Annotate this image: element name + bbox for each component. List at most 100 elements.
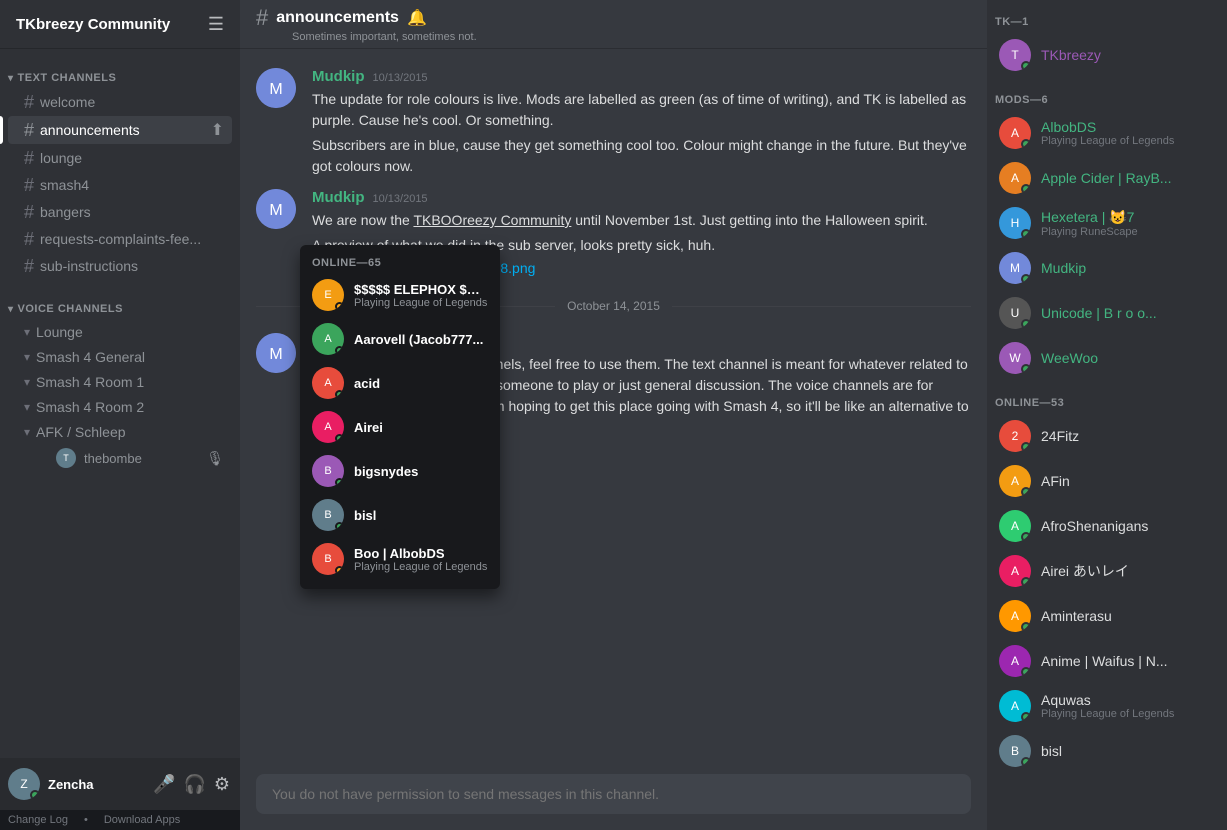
popup-user-aarovell[interactable]: A Aarovell (Jacob777... — [300, 317, 500, 361]
channel-item-welcome[interactable]: # welcome — [8, 89, 232, 115]
voice-channel-lounge[interactable]: ▾ Lounge — [8, 320, 232, 344]
popup-status-boo — [335, 566, 344, 575]
member-name-weewoo: WeeWoo — [1041, 350, 1098, 366]
current-user-avatar: Z — [8, 768, 40, 800]
voice-channel-smash4general[interactable]: ▾ Smash 4 General — [8, 345, 232, 369]
voice-channel-afkschleep[interactable]: ▾ AFK / Schleep — [8, 420, 232, 444]
member-info-24fitz: 24Fitz — [1041, 428, 1079, 444]
member-weewoo[interactable]: W WeeWoo — [991, 336, 1223, 380]
member-section-tk: TK—1 — [987, 0, 1227, 32]
popup-info-elephox: $$$$$ ELEPHOX $$... Playing League of Le… — [354, 282, 488, 309]
channel-item-smash4[interactable]: # smash4 — [8, 172, 232, 198]
channel-item-lounge[interactable]: # lounge — [8, 145, 232, 171]
changelog-link[interactable]: Change Log — [8, 814, 68, 826]
status-afin — [1021, 487, 1031, 497]
channel-bangers-wrapper: # bangers — [0, 199, 240, 225]
voice-channel-smash4room2[interactable]: ▾ Smash 4 Room 2 — [8, 395, 232, 419]
server-header[interactable]: TKbreezy Community ☰ — [0, 0, 240, 48]
avatar-hexetera: H — [999, 207, 1031, 239]
member-mudkip[interactable]: M Mudkip — [991, 246, 1223, 290]
member-hexetera[interactable]: H Hexetera | 😺7 Playing RuneScape — [991, 201, 1223, 245]
status-airei-right — [1021, 577, 1031, 587]
channel-header: # announcements 🔔 Sometimes important, s… — [240, 0, 987, 48]
member-afroshenanigans[interactable]: A AfroShenanigans — [991, 504, 1223, 548]
popup-status-bigsnydes — [335, 478, 344, 487]
separator: • — [84, 814, 88, 826]
channel-item-announcements[interactable]: # announcements ⬆ — [8, 116, 232, 144]
voice-channel-smash4general-name: Smash 4 General — [36, 349, 145, 365]
channel-item-subinstructions[interactable]: # sub-instructions — [8, 253, 232, 279]
channel-desc-row: Sometimes important, sometimes not. — [256, 31, 477, 43]
member-afin[interactable]: A AFin — [991, 459, 1223, 503]
member-bisl-right[interactable]: B bisl — [991, 729, 1223, 773]
member-24fitz[interactable]: 2 24Fitz — [991, 414, 1223, 458]
current-user-name: Zencha — [48, 777, 151, 792]
channel-item-requests[interactable]: # requests-complaints-fee... — [8, 226, 232, 252]
status-albobds — [1021, 139, 1031, 149]
channel-subinstructions-wrapper: # sub-instructions — [0, 253, 240, 279]
status-tkbreezy — [1021, 61, 1031, 71]
voice-channels-category[interactable]: ▾ VOICE CHANNELS — [0, 287, 240, 319]
settings-icon[interactable]: ⚙ — [212, 772, 232, 797]
status-aquwas — [1021, 712, 1031, 722]
popup-user-bisl[interactable]: B bisl — [300, 493, 500, 537]
avatar-anime: A — [999, 645, 1031, 677]
popup-user-elephox[interactable]: E $$$$$ ELEPHOX $$... Playing League of … — [300, 273, 500, 317]
message-input[interactable] — [256, 774, 971, 814]
messages-area[interactable]: M Mudkip 10/13/2015 The update for role … — [240, 48, 987, 774]
channel-name-welcome: welcome — [40, 94, 95, 110]
member-name-aminterasu: Aminterasu — [1041, 608, 1112, 624]
member-name-albobds: AlbobDS — [1041, 119, 1174, 135]
member-unicode[interactable]: U Unicode | B r o o... — [991, 291, 1223, 335]
member-tkbreezy[interactable]: T TKbreezy — [991, 33, 1223, 77]
popup-user-boo[interactable]: B Boo | AlbobDS Playing League of Legend… — [300, 537, 500, 581]
channel-bell-icon[interactable]: 🔔 — [407, 8, 427, 28]
popup-avatar-acid: A — [312, 367, 344, 399]
mute-icon: 🎙 — [206, 450, 224, 467]
avatar-aquwas: A — [999, 690, 1031, 722]
download-link[interactable]: Download Apps — [104, 814, 180, 826]
mic-icon[interactable]: 🎤 — [151, 772, 177, 797]
voice-arrow-smash4room1: ▾ — [24, 375, 30, 389]
member-info-applecider: Apple Cider | RayB... — [1041, 170, 1171, 186]
voice-channel-smash4room1[interactable]: ▾ Smash 4 Room 1 — [8, 370, 232, 394]
popup-user-airei[interactable]: A Airei — [300, 405, 500, 449]
member-name-mudkip: Mudkip — [1041, 260, 1086, 276]
member-name-aquwas: Aquwas — [1041, 692, 1174, 708]
member-albobds[interactable]: A AlbobDS Playing League of Legends — [991, 111, 1223, 155]
message-content-1: Mudkip 10/13/2015 The update for role co… — [312, 68, 971, 177]
channel-title-row: # announcements 🔔 — [256, 5, 477, 31]
channel-hash-bangers: # — [24, 203, 34, 221]
tkboo-link[interactable]: TKBOOreezy Community — [413, 212, 571, 228]
member-info-anime: Anime | Waifus | N... — [1041, 653, 1168, 669]
member-name-tkbreezy: TKbreezy — [1041, 47, 1101, 63]
member-airei[interactable]: A Airei あいレイ — [991, 549, 1223, 593]
status-24fitz — [1021, 442, 1031, 452]
member-anime[interactable]: A Anime | Waifus | N... — [991, 639, 1223, 683]
member-aquwas[interactable]: A Aquwas Playing League of Legends — [991, 684, 1223, 728]
popup-name-boo: Boo | AlbobDS — [354, 546, 484, 561]
member-name-unicode: Unicode | B r o o... — [1041, 305, 1157, 321]
popup-user-bigsnydes[interactable]: B bigsnydes — [300, 449, 500, 493]
channel-welcome-wrapper: # welcome — [0, 89, 240, 115]
member-name-anime: Anime | Waifus | N... — [1041, 653, 1168, 669]
text-channels-category[interactable]: ▾ TEXT CHANNELS — [0, 56, 240, 88]
hamburger-icon[interactable]: ☰ — [208, 14, 224, 35]
server-name: TKbreezy Community — [16, 16, 170, 33]
current-user-info: Zencha — [48, 777, 151, 792]
member-info-hexetera: Hexetera | 😺7 Playing RuneScape — [1041, 209, 1138, 238]
member-info-unicode: Unicode | B r o o... — [1041, 305, 1157, 321]
channel-name-lounge: lounge — [40, 150, 82, 166]
headset-icon[interactable]: 🎧 — [181, 772, 207, 797]
member-aminterasu[interactable]: A Aminterasu — [991, 594, 1223, 638]
voice-user-thebombe[interactable]: T thebombe 🎙 — [8, 445, 232, 471]
member-info-mudkip: Mudkip — [1041, 260, 1086, 276]
channel-name-announcements: announcements — [40, 122, 140, 138]
main-content: # announcements 🔔 Sometimes important, s… — [240, 0, 987, 830]
upload-icon[interactable]: ⬆ — [211, 120, 224, 140]
channel-item-bangers[interactable]: # bangers — [8, 199, 232, 225]
member-applecider[interactable]: A Apple Cider | RayB... — [991, 156, 1223, 200]
message-input-area — [240, 774, 987, 830]
status-unicode — [1021, 319, 1031, 329]
popup-user-acid[interactable]: A acid — [300, 361, 500, 405]
